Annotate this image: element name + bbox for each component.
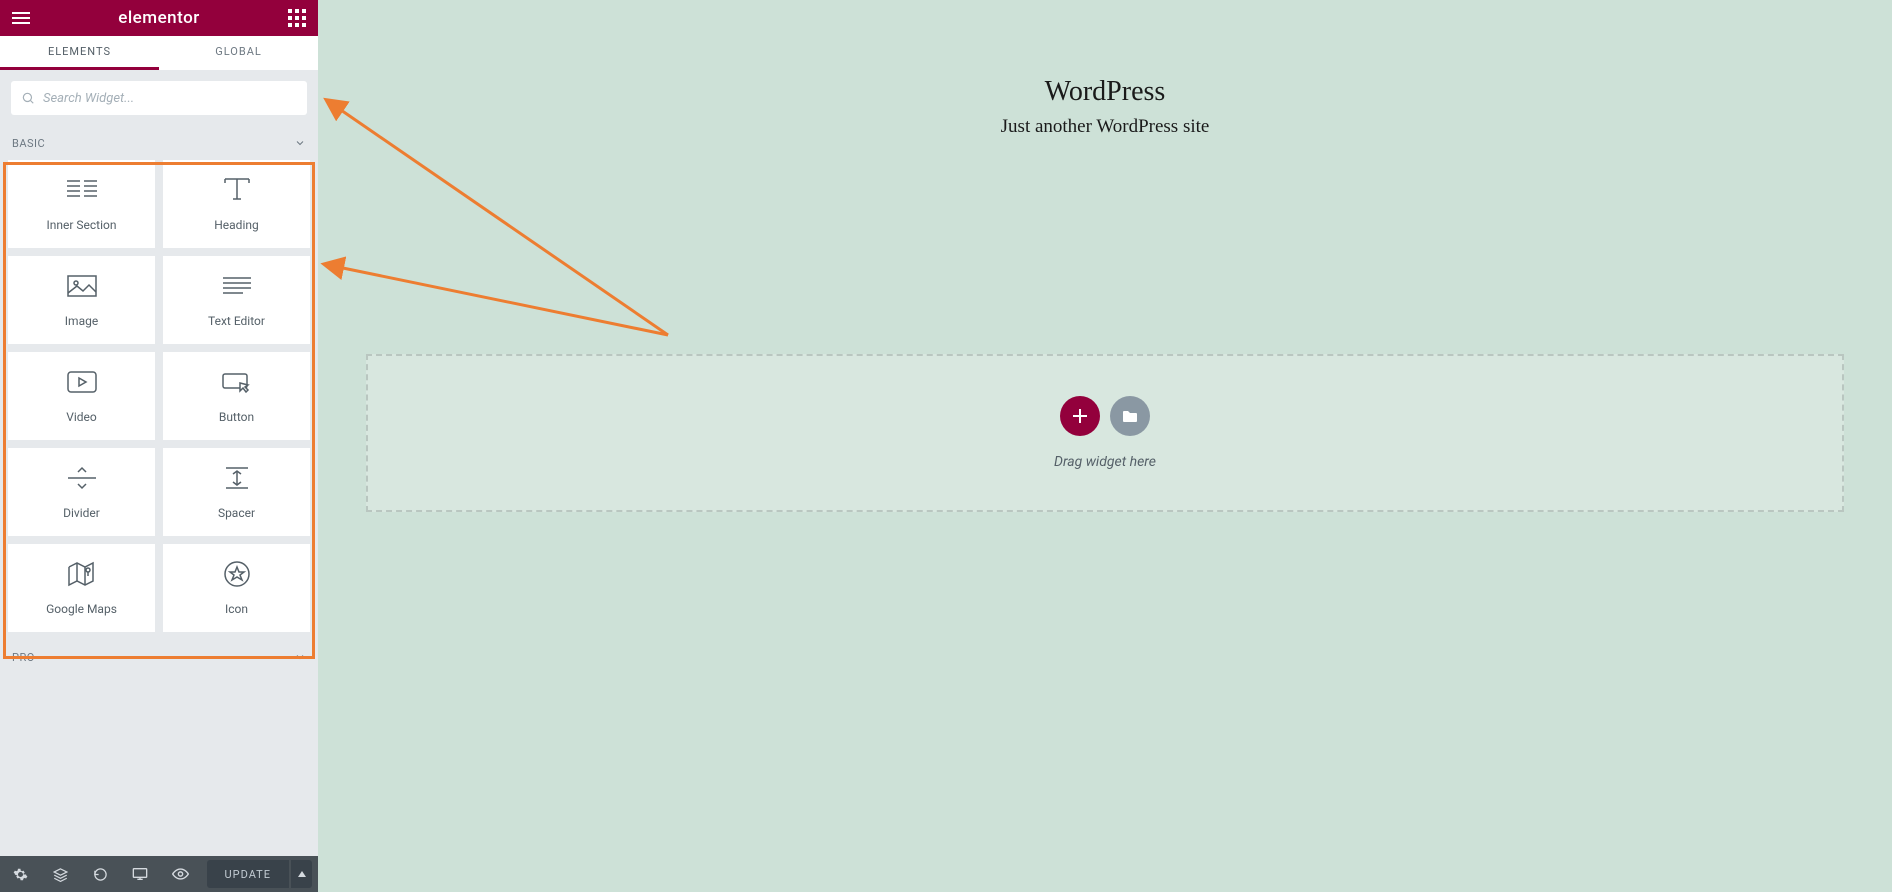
sidebar-tabs: ELEMENTS GLOBAL (0, 36, 318, 70)
widget-google-maps[interactable]: Google Maps (8, 544, 155, 632)
brand-label: elementor (118, 8, 200, 28)
widget-label: Spacer (218, 506, 255, 520)
search-container (0, 70, 318, 126)
star-icon (224, 560, 250, 588)
settings-icon[interactable] (0, 856, 40, 892)
widget-text-editor[interactable]: Text Editor (163, 256, 310, 344)
widget-label: Heading (214, 218, 259, 232)
drop-area[interactable]: Drag widget here (366, 354, 1844, 512)
add-section-button[interactable] (1060, 396, 1100, 436)
columns-icon (67, 176, 97, 204)
plus-icon (1073, 409, 1087, 423)
category-pro[interactable]: PRO (0, 640, 318, 674)
editor-sidebar: elementor ELEMENTS GLOBAL BASIC Inner Se… (0, 0, 318, 892)
tab-global[interactable]: GLOBAL (159, 36, 318, 70)
widget-label: Text Editor (208, 314, 265, 328)
category-basic[interactable]: BASIC (0, 126, 318, 160)
caret-up-icon (298, 871, 306, 877)
widget-icon[interactable]: Icon (163, 544, 310, 632)
video-icon (67, 368, 97, 396)
bottom-toolbar: UPDATE (0, 856, 318, 892)
folder-icon (1122, 410, 1138, 423)
widgets-grid: Inner Section Heading Image Text Editor … (0, 160, 318, 640)
site-header: WordPress Just another WordPress site (318, 0, 1892, 138)
update-button[interactable]: UPDATE (207, 860, 289, 888)
divider-icon (68, 464, 96, 492)
add-template-button[interactable] (1110, 396, 1150, 436)
widget-label: Google Maps (46, 602, 117, 616)
map-icon (67, 560, 97, 588)
sidebar-header: elementor (0, 0, 318, 36)
widget-inner-section[interactable]: Inner Section (8, 160, 155, 248)
category-label: PRO (12, 651, 35, 664)
widget-button[interactable]: Button (163, 352, 310, 440)
heading-icon (223, 176, 251, 204)
widget-divider[interactable]: Divider (8, 448, 155, 536)
button-icon (222, 368, 252, 396)
search-input[interactable] (43, 91, 297, 106)
chevron-down-icon (294, 137, 306, 149)
site-tagline: Just another WordPress site (318, 116, 1892, 138)
drop-buttons (1060, 396, 1150, 436)
tab-elements[interactable]: ELEMENTS (0, 36, 159, 70)
search-icon (21, 91, 35, 105)
spacer-icon (224, 464, 250, 492)
widget-heading[interactable]: Heading (163, 160, 310, 248)
widget-label: Image (65, 314, 98, 328)
apps-icon[interactable] (288, 9, 306, 27)
responsive-icon[interactable] (120, 856, 160, 892)
history-icon[interactable] (80, 856, 120, 892)
widget-spacer[interactable]: Spacer (163, 448, 310, 536)
widget-label: Inner Section (46, 218, 116, 232)
preview-icon[interactable] (160, 856, 200, 892)
menu-icon[interactable] (12, 12, 30, 24)
drop-hint: Drag widget here (1054, 454, 1156, 470)
site-title: WordPress (318, 76, 1892, 108)
chevron-down-icon (294, 651, 306, 663)
text-lines-icon (223, 272, 251, 300)
category-label: BASIC (12, 137, 45, 150)
widget-label: Video (66, 410, 97, 424)
widget-label: Icon (225, 602, 248, 616)
navigator-icon[interactable] (40, 856, 80, 892)
widget-video[interactable]: Video (8, 352, 155, 440)
widget-label: Button (219, 410, 254, 424)
widget-label: Divider (63, 506, 100, 520)
image-icon (67, 272, 97, 300)
search-box (11, 81, 307, 115)
widget-image[interactable]: Image (8, 256, 155, 344)
update-options-button[interactable] (290, 860, 312, 888)
editor-canvas: WordPress Just another WordPress site Dr… (318, 0, 1892, 892)
